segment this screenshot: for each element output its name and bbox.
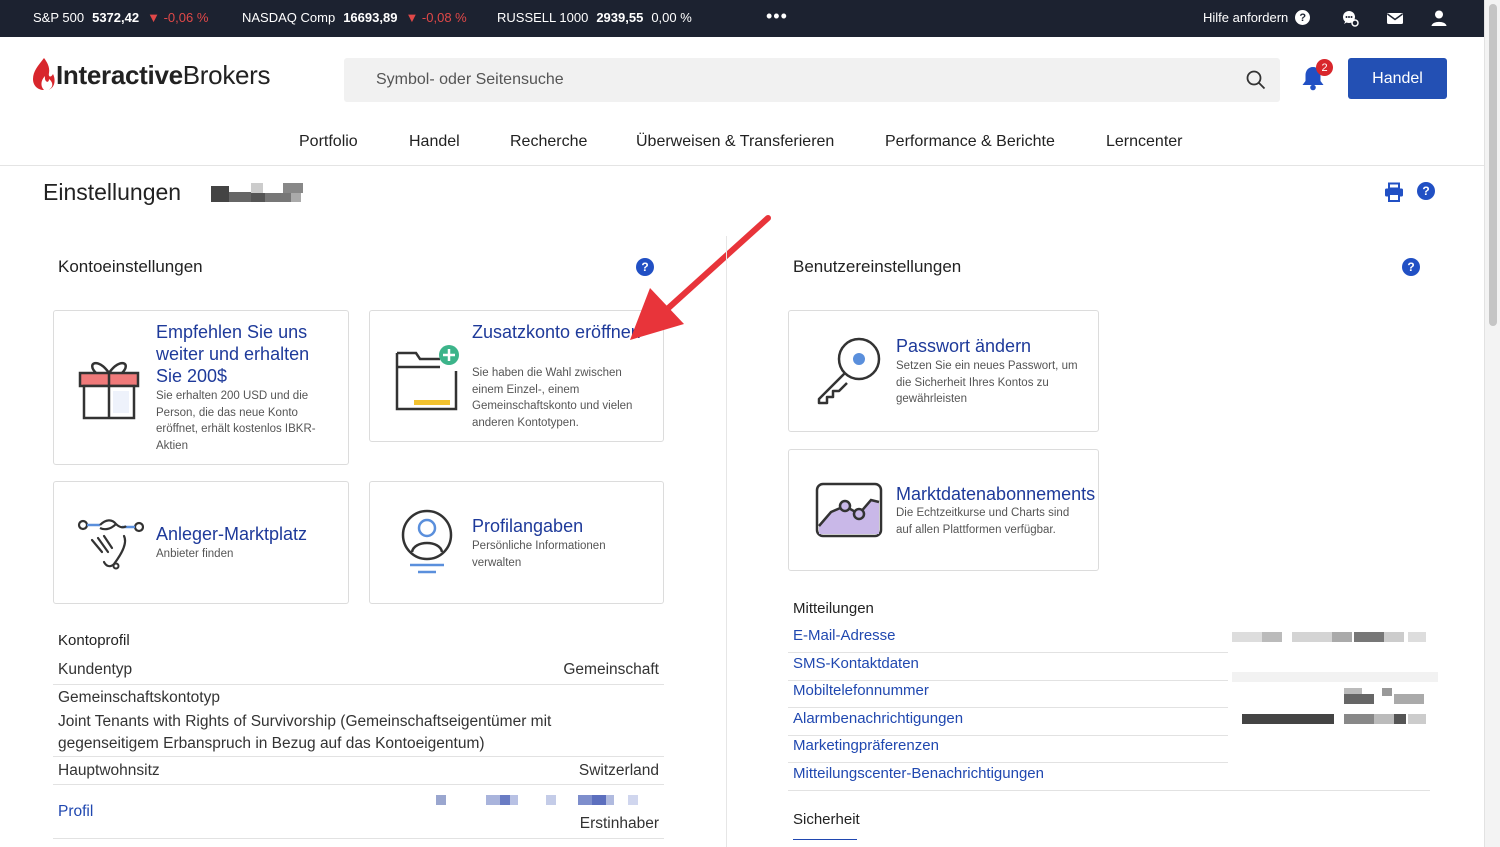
joint-account-type-row: Gemeinschaftskontotyp Joint Tenants with… [53,685,664,757]
search-box [344,58,1280,102]
marketing-preferences-link[interactable]: Marketingpräferenzen [793,737,939,754]
profile-role: Erstinhaber [579,815,659,832]
communications-row-sms[interactable]: SMS-Kontaktdaten [788,653,1228,681]
nav-item-learning-center[interactable]: Lerncenter [1106,133,1183,151]
communications-row-mobile[interactable]: Mobiltelefonnummer [788,680,1228,708]
key-icon [817,337,881,405]
search-icon[interactable] [1246,70,1266,90]
ticker-change: ▼ -0,08 % [405,10,467,25]
client-type-value: Gemeinschaft [563,661,659,678]
joint-account-type-label: Gemeinschaftskontotyp [58,689,220,706]
ticker-value: 16693,89 [343,10,398,25]
email-address-link[interactable]: E-Mail-Adresse [793,627,896,644]
help-icon: ? [1295,10,1311,25]
trade-button[interactable]: Handel [1348,58,1447,99]
profile-info-card-description: Persönliche Informationen verwalten [472,540,606,569]
handshake-icon [77,519,144,570]
ticker-sp500[interactable]: S&P 500 5372,42 ▼ -0,06 % [33,10,208,25]
ticker-value: 5372,42 [92,10,140,25]
profile-row: Profil Erstinhaber [53,785,664,839]
ticker-nasdaq[interactable]: NASDAQ Comp 16693,89 ▼ -0,08 % [242,10,467,25]
redacted-holder-name [436,795,638,805]
user-settings-help-icon[interactable]: ? [1402,258,1420,276]
nav-item-research[interactable]: Recherche [510,133,587,151]
column-divider [726,236,727,847]
residence-label: Hauptwohnsitz [58,762,160,779]
mobile-number-link[interactable]: Mobiltelefonnummer [793,682,929,699]
page-help-icon[interactable]: ? [1417,182,1435,200]
ticker-value: 2939,55 [596,10,644,25]
nav-item-trade[interactable]: Handel [409,133,460,151]
additional-account-card-description: Sie haben die Wahl zwischen einem Einzel… [472,367,633,429]
logo-text: InteractiveBrokers [56,60,271,90]
notification-count-badge: 2 [1316,59,1333,76]
communications-row-email[interactable]: E-Mail-Adresse [788,625,1228,653]
ticker-russell[interactable]: RUSSELL 1000 2939,55 0,00 % [497,10,692,25]
help-label: Hilfe anfordern [1203,10,1289,25]
referral-card-title: Empfehlen Sie uns weiter und erhalten Si… [156,322,310,386]
message-center-notifications-link[interactable]: Mitteilungscenter-Benachrichtigungen [793,765,1044,782]
ticker-change: 0,00 % [651,10,692,25]
profile-link[interactable]: Profil [58,803,93,821]
account-settings-heading: Kontoeinstellungen [58,257,203,276]
residence-value: Switzerland [578,762,659,779]
market-data-card[interactable]: Marktdatenabonnements Die Echtzeitkurse … [788,449,1099,571]
change-password-card-description: Setzen Sie ein neues Passwort, um die Si… [896,360,1078,405]
change-password-card-title: Passwort ändern [896,336,1032,356]
residence-row: Hauptwohnsitz Switzerland [53,757,664,785]
change-password-card[interactable]: Passwort ändern Setzen Sie ein neues Pas… [788,310,1099,432]
market-data-card-description: Die Echtzeitkurse und Charts sind auf al… [896,507,1070,536]
referral-card-description: Sie erhalten 200 USD und die Person, die… [156,390,316,452]
profile-info-card-title: Profilangaben [472,516,584,536]
security-link-cutoff[interactable] [793,839,857,840]
ticker-name: RUSSELL 1000 [497,10,589,25]
mail-icon[interactable] [1386,9,1404,27]
gift-icon [78,362,140,420]
ticker-name: S&P 500 [33,10,85,25]
help-request-link[interactable]: Hilfe anfordern ? [1203,10,1311,25]
investor-marketplace-card-description: Anbieter finden [156,548,234,560]
chat-icon[interactable] [1341,9,1359,27]
alert-notifications-link[interactable]: Alarmbenachrichtigungen [793,710,963,727]
profile-info-card[interactable]: Profilangaben Persönliche Informationen … [369,481,664,604]
site-header: InteractiveBrokers 2 Handel Portfolio Ha… [0,37,1484,166]
search-input[interactable] [344,58,1224,102]
user-settings-heading: Benutzereinstellungen [793,257,962,276]
sms-contact-link[interactable]: SMS-Kontaktdaten [793,655,919,672]
communications-row-alerts[interactable]: Alarmbenachrichtigungen [788,708,1228,736]
investor-marketplace-card[interactable]: Anleger-Marktplatz Anbieter finden [53,481,349,604]
ticker-change: ▼ -0,06 % [147,10,209,25]
nav-item-portfolio[interactable]: Portfolio [299,133,358,151]
user-icon[interactable] [1430,9,1448,27]
account-profile-heading: Kontoprofil [58,632,130,649]
print-icon[interactable] [1384,182,1404,202]
client-type-row: Kundentyp Gemeinschaft [53,657,664,685]
investor-marketplace-card-title: Anleger-Marktplatz [156,524,308,544]
ib-logo[interactable]: InteractiveBrokers [32,57,271,91]
communications-row-message-center[interactable]: Mitteilungscenter-Benachrichtigungen [788,763,1430,791]
nav-item-performance-reports[interactable]: Performance & Berichte [885,133,1055,151]
market-data-card-title: Marktdatenabonnements [896,484,1096,504]
page-scrollbar[interactable] [1484,0,1500,847]
scrollbar-thumb[interactable] [1489,4,1497,326]
page-title: Einstellungen [43,179,182,205]
profile-icon [401,509,453,574]
ib-flame-icon [33,58,55,90]
redacted-contact-details [1232,632,1438,724]
market-chart-icon [815,482,883,538]
more-tickers-button[interactable]: ••• [766,6,788,27]
nav-item-transfer[interactable]: Überweisen & Transferieren [636,133,834,151]
security-heading: Sicherheit [793,811,860,828]
redacted-account-id [211,183,303,202]
communications-row-marketing[interactable]: Marketingpräferenzen [788,735,1228,763]
annotation-arrow-icon [630,215,771,340]
folder-add-icon [395,345,459,411]
communications-heading: Mitteilungen [793,600,874,617]
ticker-name: NASDAQ Comp [242,10,336,25]
market-ticker-bar: S&P 500 5372,42 ▼ -0,06 % NASDAQ Comp 16693… [0,0,1484,37]
client-type-label: Kundentyp [58,661,133,678]
joint-account-type-value: Joint Tenants with Rights of Survivorshi… [58,713,552,752]
referral-card[interactable]: Empfehlen Sie uns weiter und erhalten Si… [53,310,349,465]
